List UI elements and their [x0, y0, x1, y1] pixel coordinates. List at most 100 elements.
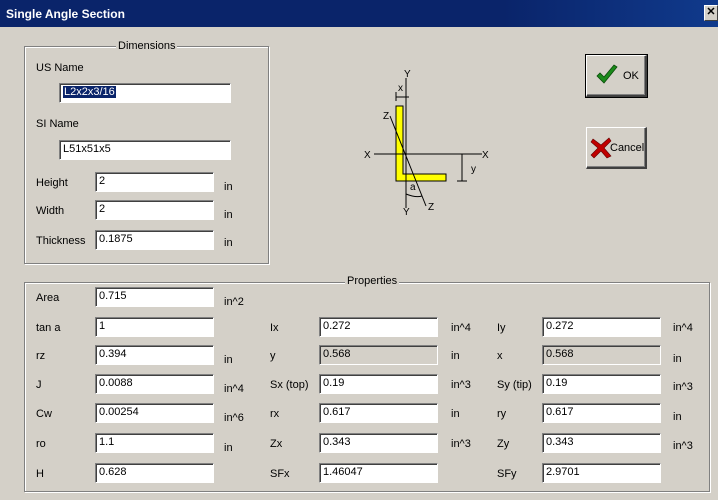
angle-section-diagram: Y x Z X X y a Z Y	[364, 69, 489, 218]
prop-field-tan-a[interactable]: 1	[95, 317, 214, 337]
diagram-x-left: X	[364, 150, 371, 161]
dialog-window: Single Angle Section ✕ Dimensions US Nam…	[0, 0, 718, 500]
title-bar[interactable]: Single Angle Section ✕	[0, 0, 718, 27]
prop-field-j[interactable]: 0.0088	[95, 374, 214, 394]
prop-label-x: x	[497, 350, 503, 362]
diagram-x-small: x	[398, 83, 403, 94]
prop-value-j: 0.0088	[99, 377, 133, 389]
thickness-label: Thickness	[36, 235, 86, 247]
prop-unit-y: in	[451, 350, 460, 362]
x-icon	[590, 137, 612, 159]
prop-label-rx: rx	[270, 408, 280, 420]
thickness-field[interactable]: 0.1875	[95, 230, 214, 250]
prop-value-y: 0.568	[323, 348, 351, 360]
close-icon: ✕	[706, 6, 716, 18]
prop-unit-zx: in^3	[451, 438, 471, 450]
prop-unit-j: in^4	[224, 383, 244, 395]
prop-field-iy[interactable]: 0.272	[542, 317, 661, 337]
prop-label-sy-tip: Sy (tip)	[497, 379, 532, 391]
us-name-value: L2x2x3/16	[63, 86, 116, 98]
prop-field-zy[interactable]: 0.343	[542, 433, 661, 453]
prop-field-sfx[interactable]: 1.46047	[319, 463, 438, 483]
prop-unit-sy-tip: in^3	[673, 381, 693, 393]
prop-label-y: y	[270, 350, 276, 362]
prop-field-x[interactable]: 0.568	[542, 345, 661, 365]
width-label: Width	[36, 205, 65, 217]
prop-label-zx: Zx	[270, 438, 283, 450]
prop-value-ix: 0.272	[323, 320, 351, 332]
prop-label-ro: ro	[36, 438, 46, 450]
prop-value-tan-a: 1	[99, 320, 106, 332]
prop-field-cw[interactable]: 0.00254	[95, 403, 214, 423]
prop-field-ix[interactable]: 0.272	[319, 317, 438, 337]
prop-value-ry: 0.617	[546, 406, 574, 418]
prop-field-sy-tip[interactable]: 0.19	[542, 374, 661, 394]
height-field[interactable]: 2	[95, 172, 214, 192]
diagram-x-right: X	[482, 150, 489, 161]
diagram-a-label: a	[410, 182, 416, 193]
cancel-button[interactable]: Cancel	[586, 127, 647, 169]
prop-value-zy: 0.343	[546, 436, 574, 448]
prop-label-sfx: SFx	[270, 468, 290, 480]
diagram-y-bottom: Y	[403, 207, 410, 218]
height-label: Height	[36, 177, 68, 189]
thickness-value: 0.1875	[99, 233, 133, 245]
prop-field-ro[interactable]: 1.1	[95, 433, 214, 453]
prop-value-zx: 0.343	[323, 436, 351, 448]
prop-label-area: Area	[36, 292, 60, 304]
close-button[interactable]: ✕	[704, 5, 718, 21]
prop-field-sx-top[interactable]: 0.19	[319, 374, 438, 394]
prop-unit-ro: in	[224, 442, 233, 454]
prop-field-rx[interactable]: 0.617	[319, 403, 438, 423]
window-title: Single Angle Section	[6, 7, 125, 21]
prop-unit-zy: in^3	[673, 440, 693, 452]
prop-field-sfy[interactable]: 2.9701	[542, 463, 661, 483]
dimensions-legend: Dimensions	[116, 40, 178, 52]
ok-label: OK	[623, 70, 639, 82]
height-value: 2	[99, 175, 106, 187]
prop-unit-cw: in^6	[224, 412, 244, 424]
prop-unit-area: in^2	[224, 296, 244, 308]
prop-label-ix: Ix	[270, 322, 279, 334]
prop-unit-sx-top: in^3	[451, 379, 471, 391]
prop-field-area[interactable]: 0.715	[95, 287, 214, 307]
prop-label-tan-a: tan a	[36, 322, 61, 334]
diagram-z-top: Z	[383, 111, 389, 122]
prop-field-rz[interactable]: 0.394	[95, 345, 214, 365]
width-unit: in	[224, 209, 233, 221]
prop-field-h[interactable]: 0.628	[95, 463, 214, 483]
prop-field-y[interactable]: 0.568	[319, 345, 438, 365]
prop-field-ry[interactable]: 0.617	[542, 403, 661, 423]
us-name-label: US Name	[36, 62, 84, 74]
prop-unit-iy: in^4	[673, 322, 693, 334]
si-name-value: L51x51x5	[63, 143, 111, 155]
prop-unit-ix: in^4	[451, 322, 471, 334]
us-name-field[interactable]: L2x2x3/16	[59, 83, 231, 103]
prop-value-ro: 1.1	[99, 436, 115, 448]
prop-unit-rz: in	[224, 354, 233, 366]
properties-legend: Properties	[345, 275, 400, 287]
prop-field-zx[interactable]: 0.343	[319, 433, 438, 453]
width-value: 2	[99, 203, 106, 215]
height-unit: in	[224, 181, 233, 193]
prop-value-sx-top: 0.19	[323, 377, 345, 389]
prop-label-ry: ry	[497, 408, 507, 420]
width-field[interactable]: 2	[95, 200, 214, 220]
prop-unit-x: in	[673, 353, 682, 365]
prop-label-h: H	[36, 468, 44, 480]
prop-value-rx: 0.617	[323, 406, 351, 418]
prop-label-j: J	[36, 379, 42, 391]
si-name-label: SI Name	[36, 118, 79, 130]
ok-button[interactable]: OK	[585, 54, 648, 98]
cancel-label: Cancel	[610, 142, 645, 154]
prop-value-rz: 0.394	[99, 348, 127, 360]
prop-unit-rx: in	[451, 408, 460, 420]
diagram-y-small: y	[471, 164, 476, 175]
prop-label-iy: Iy	[497, 322, 506, 334]
prop-label-zy: Zy	[497, 438, 510, 450]
si-name-field[interactable]: L51x51x5	[59, 140, 231, 160]
prop-value-x: 0.568	[546, 348, 574, 360]
diagram-y-top: Y	[404, 69, 411, 80]
prop-value-sy-tip: 0.19	[546, 377, 568, 389]
diagram-z-bottom: Z	[428, 202, 434, 213]
